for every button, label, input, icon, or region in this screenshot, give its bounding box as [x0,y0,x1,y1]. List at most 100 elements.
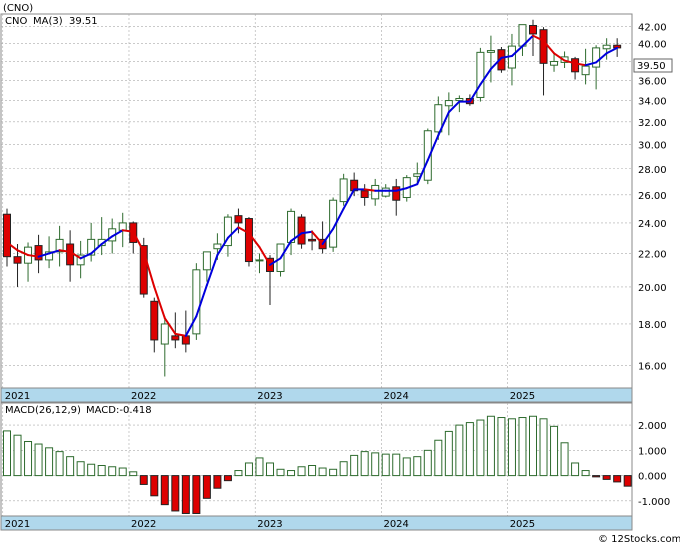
candle-up [213,243,222,250]
last-price-label: 39.50 [637,61,666,72]
macd-bar [76,461,85,477]
candle-up [381,187,390,197]
candle-up [413,173,422,177]
price-tick-label: 32.00 [638,118,667,129]
macd-bar [45,447,54,477]
candle-up [455,97,464,102]
macd-bar [571,462,580,477]
year-label: 2024 [383,519,408,530]
macd-bar [55,451,64,477]
macd-tick-label: 2.000 [638,421,667,432]
price-tick-label: 28.00 [638,165,667,176]
watermark: © 12Stocks.com [598,534,680,545]
macd-bar [24,441,33,477]
candle-down [234,215,243,224]
legend-ticker: CNO [5,16,27,27]
price-date-axis [0,387,633,403]
candle-down [529,24,537,35]
candle-down [244,218,253,263]
macd-bar [192,475,201,514]
price-tick-label: 22.00 [638,249,667,260]
price-tick-label: 36.00 [638,76,667,87]
macd-tick-label: 1.000 [638,446,667,457]
year-label: 2022 [131,519,156,530]
price-tick-label: 18.00 [638,320,667,331]
macd-bar [550,425,559,477]
candle-down [34,245,43,261]
macd-bar [623,475,632,487]
macd-bar [139,475,148,485]
year-label: 2022 [131,391,156,402]
candle-down [3,213,11,258]
macd-bar [339,461,348,477]
candle-down [571,58,580,73]
ma-segment [363,188,377,192]
candle-up [339,178,348,203]
macd-bar [518,417,527,477]
candle-down [171,335,180,341]
macd-bar [581,470,590,477]
macd-bar [34,443,43,477]
candle-up [255,259,264,262]
macd-bar [444,430,453,477]
macd-bar [602,475,611,480]
macd-bar [13,434,22,477]
macd-bar [592,475,601,478]
price-tick-label: 24.00 [638,219,667,230]
macd-bar [129,471,138,477]
macd-bar [181,475,190,514]
candle-up [550,60,559,66]
year-label: 2023 [257,391,282,402]
candle-down [297,216,306,245]
macd-bar [476,419,485,477]
macd-bar [118,467,127,477]
candle-up [602,44,611,50]
macd-bar [371,452,380,477]
candle-up [287,210,296,243]
price-tick-label: 16.00 [638,361,667,372]
candle-up [486,50,495,53]
macd-bar [381,453,390,477]
year-label: 2025 [510,391,535,402]
macd-bar [297,466,306,477]
candle-down [13,256,22,264]
stock-chart: 16.00 18.00 20.00 22.00 24.00 26.00 28.00 30.00… [0,0,680,546]
macd-bar [171,475,180,512]
macd-tick-label: -1.000 [638,497,670,508]
macd-bar [87,463,96,477]
candle-down [539,29,548,64]
candle-up [160,323,169,345]
macd-bar [434,439,443,477]
macd-bar [213,475,222,489]
candle-down [150,300,159,341]
price-tick-label: 42.00 [638,22,667,33]
chart-title: (CNO) [3,3,33,14]
macd-legend-value: MACD:-0.418 [86,405,152,416]
macd-bar [486,415,495,477]
macd-bar [423,449,432,477]
macd-bar [392,453,401,477]
macd-bar [507,418,516,477]
candle-down [360,190,369,198]
macd-bar [3,430,11,477]
macd-bar [150,475,159,497]
year-label: 2021 [5,391,30,402]
price-tick-label: 34.00 [638,97,667,108]
macd-bar [402,457,411,477]
macd-bar [66,456,75,477]
year-label: 2021 [5,519,30,530]
price-tick-label: 26.00 [638,191,667,202]
macd-bar [329,468,338,477]
macd-bar [266,462,274,477]
candle-down [181,335,190,345]
macd-bar [308,465,317,477]
macd-legend-label: MACD(26,12,9) [5,405,81,416]
candle-up [371,184,380,200]
macd-bar [97,465,106,477]
macd-bar [244,462,253,477]
macd-bar [350,454,359,477]
macd-bar [560,442,569,477]
macd-bar [539,418,548,477]
candle-down [308,238,317,242]
macd-bar [613,475,622,483]
